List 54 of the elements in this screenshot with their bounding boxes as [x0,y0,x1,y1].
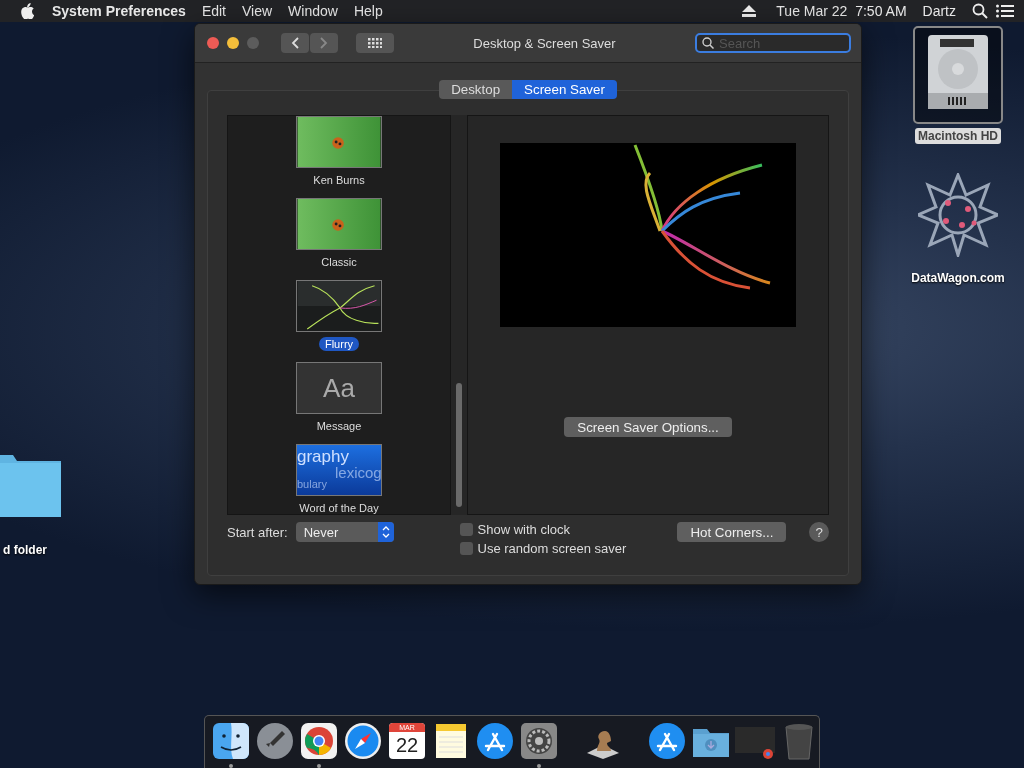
chevron-right-icon [320,37,328,49]
thumbnail-text: lexicog [335,465,381,480]
chrome-icon[interactable] [299,721,339,761]
desktop-icon-label[interactable]: DataWagon.com [908,270,1008,286]
chevron-left-icon [291,37,299,49]
menu-item[interactable]: Edit [193,3,234,19]
apple-menu-icon[interactable] [20,3,34,19]
eject-icon[interactable] [742,5,757,17]
menu-clock[interactable]: Tue Mar 22 7:50 AM [768,3,915,19]
finder-icon[interactable] [211,721,251,761]
app-menu[interactable]: System Preferences [34,3,194,19]
screen-saver-item[interactable]: Word of the Day [293,501,385,514]
user-menu[interactable]: Dartz [914,3,964,19]
start-after-label: Start after: [227,524,288,540]
thumbnail-text: bulary [297,479,327,490]
hot-corners-button[interactable]: Hot Corners... [677,522,787,542]
search-icon[interactable] [972,3,988,19]
checkbox[interactable] [459,542,473,555]
screen-saver-options-button[interactable]: Screen Saver Options... [564,417,732,437]
thumbnail-text: graphy [297,448,349,465]
screen-saver-item[interactable]: Message [310,419,368,433]
show-all-button[interactable] [356,33,394,53]
stepper-icon [377,522,394,542]
menu-item[interactable]: View [234,3,281,19]
screen-saver-item[interactable]: Flurry [318,337,360,351]
menu-item[interactable]: Help [345,3,391,19]
scrollbar[interactable] [451,115,467,515]
checkbox-label: Use random screen saver [477,541,627,556]
checkbox-row[interactable]: Use random screen saver [459,541,678,556]
menu-item[interactable]: Window [280,3,346,19]
tab[interactable]: Screen Saver [512,80,617,99]
back-button[interactable] [281,33,309,53]
help-button[interactable]: ? [809,522,829,542]
window-title: Desktop & Screen Saver [472,35,617,51]
start-after-dropdown[interactable]: Never [295,522,394,542]
calendar-day: 22 [395,732,419,758]
screen-saver-item[interactable]: Ken Burns [307,173,371,187]
compass-icon[interactable] [343,721,383,761]
tab[interactable]: Desktop [439,80,513,99]
app-store-icon[interactable] [475,721,515,761]
screen-saver-item[interactable]: Classic [315,255,363,269]
checkbox[interactable] [459,523,473,536]
checkbox-label: Show with clock [477,522,571,537]
desktop-icon-label[interactable]: d folder [0,542,50,558]
thumbnail-text: Aa [323,372,355,404]
desktop-icon-label[interactable]: Macintosh HD [915,128,1001,144]
checkbox-row[interactable]: Show with clock [459,522,678,537]
gear-icon[interactable] [519,721,559,761]
menu-icon[interactable] [996,4,1014,18]
grid-icon [368,38,382,48]
close-button[interactable] [207,37,219,49]
forward-button[interactable] [310,33,338,53]
minimize-button[interactable] [227,37,239,49]
app-store-icon[interactable] [647,721,687,761]
